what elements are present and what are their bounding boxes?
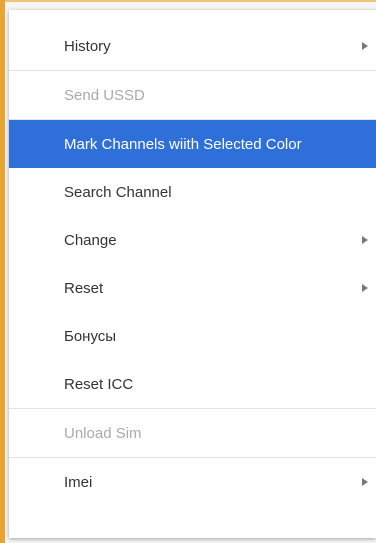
submenu-arrow-icon xyxy=(362,42,368,50)
window-left-edge xyxy=(0,0,5,543)
menu-item-label: Search Channel xyxy=(64,183,172,201)
menu-item-label: Imei xyxy=(64,473,93,491)
menu-item-send-ussd: Send USSD xyxy=(9,71,376,119)
menu-item-label: Change xyxy=(64,231,117,249)
menu-item-search-channel[interactable]: Search Channel xyxy=(9,168,376,216)
window-top-edge xyxy=(0,0,376,2)
menu-item-unload-sim: Unload Sim xyxy=(9,409,376,457)
menu-item-reset-icc[interactable]: Reset ICC xyxy=(9,360,376,408)
submenu-arrow-icon xyxy=(362,284,368,292)
menu-item-history[interactable]: History xyxy=(9,22,376,70)
menu-item-label: Mark Channels wiith Selected Color xyxy=(64,135,302,153)
menu-item-label: History xyxy=(64,37,111,55)
menu-item-label: Unload Sim xyxy=(64,424,142,442)
menu-item-reset[interactable]: Reset xyxy=(9,264,376,312)
menu-item-label: Send USSD xyxy=(64,86,145,104)
menu-item-imei[interactable]: Imei xyxy=(9,458,376,506)
menu-item-label: Reset xyxy=(64,279,104,297)
menu-item-bonuses[interactable]: Бонусы xyxy=(9,312,376,360)
menu-item-change[interactable]: Change xyxy=(9,216,376,264)
context-menu: History Send USSD Mark Channels wiith Se… xyxy=(9,10,376,538)
submenu-arrow-icon xyxy=(362,236,368,244)
submenu-arrow-icon xyxy=(362,478,368,486)
menu-item-label: Бонусы xyxy=(64,327,117,345)
menu-item-label: Reset ICC xyxy=(64,375,134,393)
menu-item-mark-channels[interactable]: Mark Channels wiith Selected Color xyxy=(9,120,376,168)
app-background: History Send USSD Mark Channels wiith Se… xyxy=(0,0,376,543)
